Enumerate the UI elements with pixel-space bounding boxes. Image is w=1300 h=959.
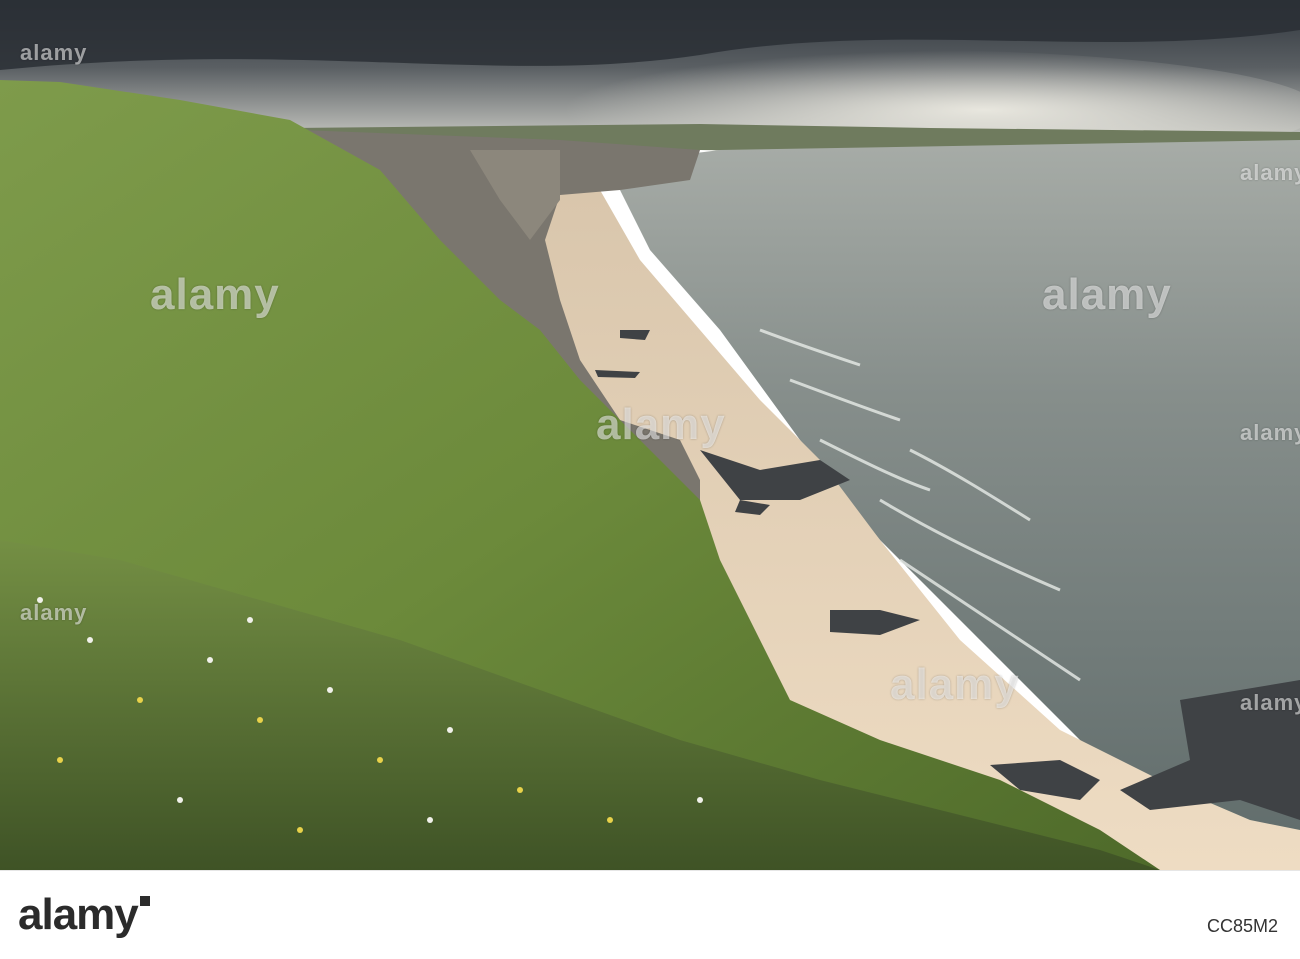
brand-logo: alamy — [18, 890, 150, 940]
footer-bar: alamy CC85M2 — [0, 870, 1300, 959]
image-id: CC85M2 — [1206, 916, 1278, 936]
footer-divider — [0, 870, 1300, 871]
brand-square-icon — [139, 896, 150, 906]
coastal-landscape-photo: alamy alamy alamy alamy alamy alamy alam… — [0, 0, 1300, 870]
brand-name: alamy — [18, 890, 139, 939]
photo-canvas — [0, 0, 1300, 870]
